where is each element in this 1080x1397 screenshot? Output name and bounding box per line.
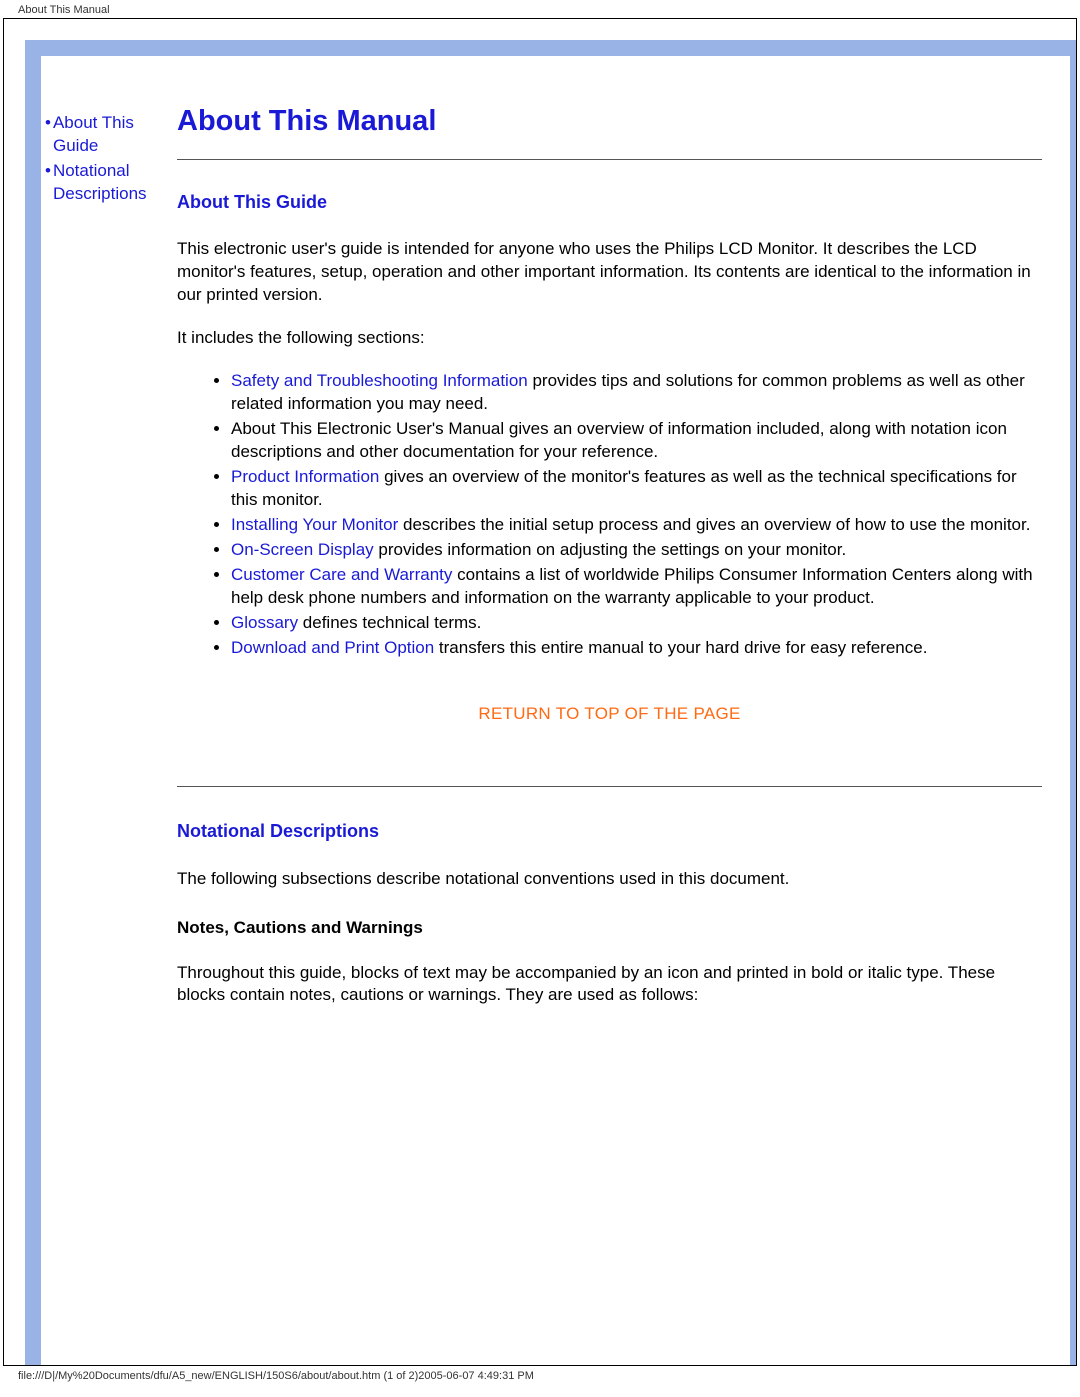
divider bbox=[177, 786, 1042, 787]
link-glossary[interactable]: Glossary bbox=[231, 613, 298, 632]
bullet-icon: • bbox=[45, 113, 53, 132]
subsection-heading-notes: Notes, Cautions and Warnings bbox=[177, 917, 1042, 940]
sidenav-link[interactable]: Notational Descriptions bbox=[53, 161, 147, 203]
page-frame: •About This Guide •Notational Descriptio… bbox=[3, 18, 1077, 1366]
list-item: Installing Your Monitor describes the in… bbox=[231, 514, 1042, 537]
list-item: Product Information gives an overview of… bbox=[231, 466, 1042, 512]
link-customer-care[interactable]: Customer Care and Warranty bbox=[231, 565, 452, 584]
list-item: Safety and Troubleshooting Information p… bbox=[231, 370, 1042, 416]
list-item: About This Electronic User's Manual give… bbox=[231, 418, 1042, 464]
section-heading-about-guide: About This Guide bbox=[177, 190, 1042, 214]
body-text: It includes the following sections: bbox=[177, 327, 1042, 350]
list-item: On-Screen Display provides information o… bbox=[231, 539, 1042, 562]
divider bbox=[177, 159, 1042, 160]
link-product-information[interactable]: Product Information bbox=[231, 467, 379, 486]
list-text: transfers this entire manual to your har… bbox=[434, 638, 927, 657]
return-to-top-link[interactable]: RETURN TO TOP OF THE PAGE bbox=[478, 704, 740, 723]
link-onscreen-display[interactable]: On-Screen Display bbox=[231, 540, 374, 559]
link-safety-troubleshooting[interactable]: Safety and Troubleshooting Information bbox=[231, 371, 528, 390]
list-text: defines technical terms. bbox=[298, 613, 481, 632]
list-text: describes the initial setup process and … bbox=[398, 515, 1030, 534]
list-item: Customer Care and Warranty contains a li… bbox=[231, 564, 1042, 610]
sidenav-item-about-guide[interactable]: •About This Guide bbox=[45, 112, 169, 158]
side-nav: •About This Guide •Notational Descriptio… bbox=[41, 56, 169, 208]
sidenav-item-notational[interactable]: •Notational Descriptions bbox=[45, 160, 169, 206]
return-to-top: RETURN TO TOP OF THE PAGE bbox=[177, 703, 1042, 726]
link-installing-monitor[interactable]: Installing Your Monitor bbox=[231, 515, 398, 534]
content-frame: •About This Guide •Notational Descriptio… bbox=[25, 40, 1076, 1365]
footer-path: file:///D|/My%20Documents/dfu/A5_new/ENG… bbox=[0, 1368, 1080, 1388]
section-list: Safety and Troubleshooting Information p… bbox=[177, 370, 1042, 659]
body-text: Throughout this guide, blocks of text ma… bbox=[177, 962, 1042, 1008]
list-item: Glossary defines technical terms. bbox=[231, 612, 1042, 635]
body-text: The following subsections describe notat… bbox=[177, 868, 1042, 891]
bullet-icon: • bbox=[45, 161, 53, 180]
body-text: This electronic user's guide is intended… bbox=[177, 238, 1042, 307]
link-download-print[interactable]: Download and Print Option bbox=[231, 638, 434, 657]
list-text: About This Electronic User's Manual give… bbox=[231, 419, 1007, 461]
sidenav-link[interactable]: About This Guide bbox=[53, 113, 134, 155]
section-heading-notational: Notational Descriptions bbox=[177, 819, 1042, 843]
main-content: About This Manual About This Guide This … bbox=[169, 56, 1070, 1027]
page-title: About This Manual bbox=[177, 102, 1042, 141]
page-header-title: About This Manual bbox=[0, 0, 1080, 18]
list-item: Download and Print Option transfers this… bbox=[231, 637, 1042, 660]
list-text: provides information on adjusting the se… bbox=[374, 540, 847, 559]
